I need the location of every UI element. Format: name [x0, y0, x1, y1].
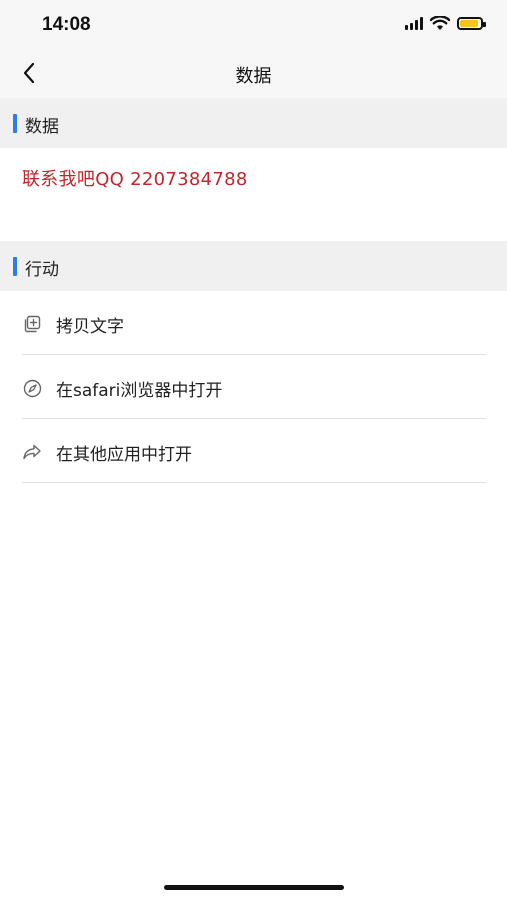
wifi-icon — [430, 16, 450, 30]
status-time: 14:08 — [42, 14, 91, 35]
status-bar: 14:08 — [0, 0, 507, 48]
section-title-actions: 行动 — [25, 260, 59, 280]
home-indicator[interactable] — [164, 885, 344, 890]
navigation-bar: 数据 — [0, 48, 507, 98]
action-label: 拷贝文字 — [56, 317, 124, 337]
action-label: 在其他应用中打开 — [56, 445, 192, 465]
battery-icon — [457, 17, 486, 30]
data-content-text: 联系我吧QQ 2207384788 — [22, 169, 248, 190]
action-copy-text[interactable]: 拷贝文字 — [22, 292, 486, 355]
section-accent-bar — [13, 257, 17, 276]
action-open-in-safari[interactable]: 在safari浏览器中打开 — [22, 356, 486, 419]
page-title: 数据 — [235, 66, 272, 87]
share-arrow-icon — [22, 442, 42, 462]
action-open-in-other-app[interactable]: 在其他应用中打开 — [22, 420, 486, 483]
section-accent-bar — [13, 114, 17, 133]
section-header-data: 数据 — [0, 98, 507, 148]
section-title-data: 数据 — [25, 117, 59, 137]
action-label: 在safari浏览器中打开 — [56, 381, 223, 401]
copy-icon — [22, 314, 42, 334]
cellular-signal-icon — [405, 17, 423, 30]
section-header-actions: 行动 — [0, 241, 507, 291]
status-icons — [405, 16, 486, 31]
compass-icon — [22, 378, 42, 398]
